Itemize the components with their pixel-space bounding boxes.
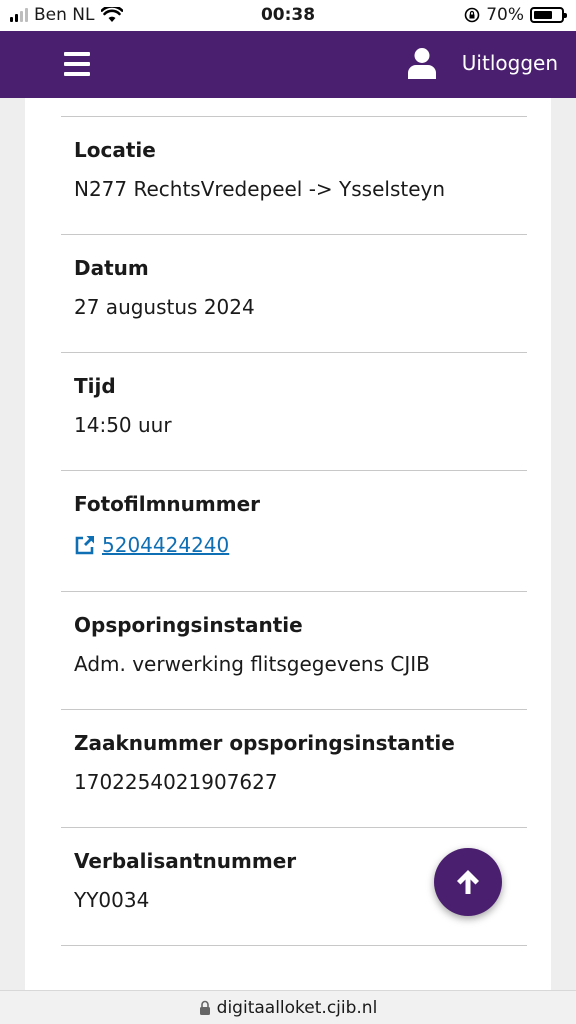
detail-row-zaaknummer: Zaaknummer opsporingsinstantie 170225402… [61,709,527,827]
detail-row-fotofilmnummer: Fotofilmnummer 5204424240 [61,470,527,591]
status-bar: Ben NL 00:38 70% [0,0,576,31]
user-icon [407,48,436,79]
details-list: Locatie N277 RechtsVredepeel -> Ysselste… [61,116,527,946]
url-text: digitaalloket.cjib.nl [216,997,378,1018]
external-link-icon [75,536,94,555]
hamburger-menu-icon[interactable] [64,52,90,76]
logout-button[interactable]: Uitloggen [407,47,558,79]
detail-label: Fotofilmnummer [74,492,260,516]
detail-row-tijd: Tijd 14:50 uur [61,352,527,470]
detail-row-opsporingsinstantie: Opsporingsinstantie Adm. verwerking flit… [61,591,527,709]
detail-value: 27 augustus 2024 [74,295,255,319]
detail-value: 1702254021907627 [74,770,278,794]
fotofilm-number-link[interactable]: 5204424240 [102,532,229,558]
battery-fill [534,11,552,19]
detail-label: Tijd [74,374,116,398]
detail-row-locatie: Locatie N277 RechtsVredepeel -> Ysselste… [61,116,527,234]
scroll-to-top-button[interactable] [434,848,502,916]
status-right: 70% [464,5,567,25]
lock-icon [199,1000,210,1015]
list-divider [61,945,527,946]
detail-row-datum: Datum 27 augustus 2024 [61,234,527,352]
detail-value: Adm. verwerking flitsgegevens CJIB [74,652,430,676]
battery-percent: 70% [486,5,524,25]
orientation-lock-icon [464,7,480,23]
browser-url-bar[interactable]: digitaalloket.cjib.nl [0,990,576,1024]
battery-icon [530,7,567,23]
app-header: Uitloggen [0,31,576,98]
detail-label: Datum [74,256,149,280]
detail-value: 14:50 uur [74,413,172,437]
detail-label: Locatie [74,138,156,162]
detail-value: N277 RechtsVredepeel -> Ysselsteyn [74,177,446,201]
arrow-up-icon [457,870,479,894]
logout-label: Uitloggen [461,51,558,75]
detail-label: Opsporingsinstantie [74,613,303,637]
detail-label: Zaaknummer opsporingsinstantie [74,731,455,755]
fotofilm-link[interactable]: 5204424240 [74,532,514,558]
